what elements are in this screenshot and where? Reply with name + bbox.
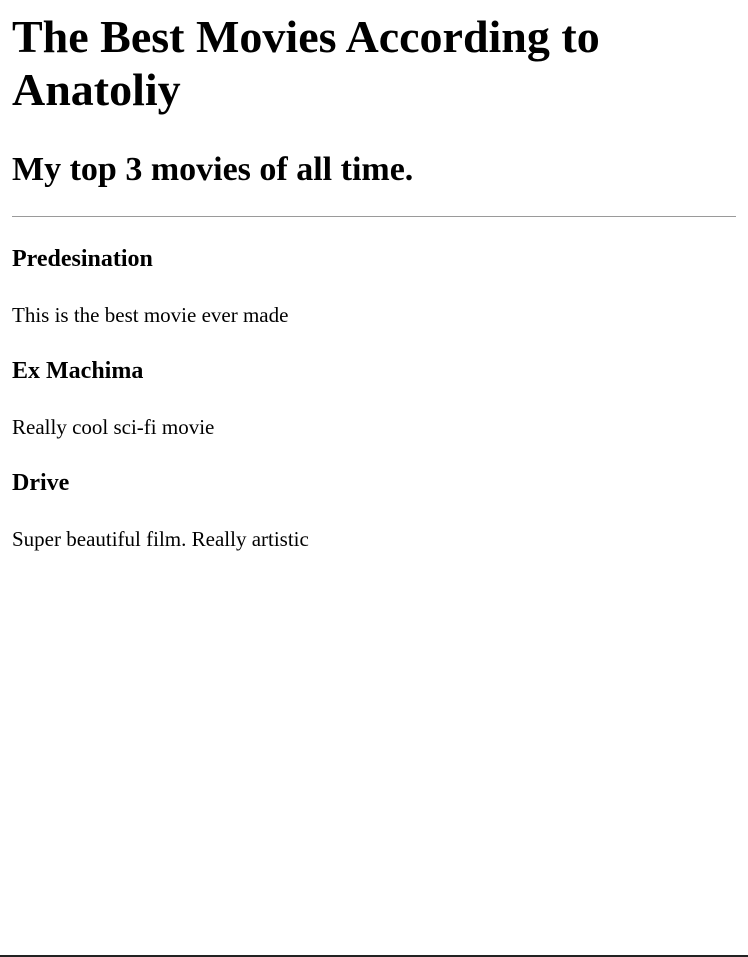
movie-title: Ex Machima [12, 358, 144, 384]
movie-description: Super beautiful film. Really artistic [12, 527, 309, 551]
movie-item: Drive Super beautiful film. Really artis… [12, 468, 736, 553]
movie-description: This is the best movie ever made [12, 303, 289, 327]
movie-item: Ex Machima Really cool sci-fi movie [12, 356, 736, 441]
divider [12, 216, 736, 217]
page-title: The Best Movies According to Anatoliy [12, 11, 600, 115]
movie-item: Predesination This is the best movie eve… [12, 244, 736, 329]
movie-title: Drive [12, 470, 70, 496]
page-content: The Best Movies According to Anatoliy My… [0, 10, 748, 553]
movie-description: Really cool sci-fi movie [12, 415, 215, 439]
page-subtitle: My top 3 movies of all time. [12, 151, 414, 188]
movie-title: Predesination [12, 246, 153, 272]
